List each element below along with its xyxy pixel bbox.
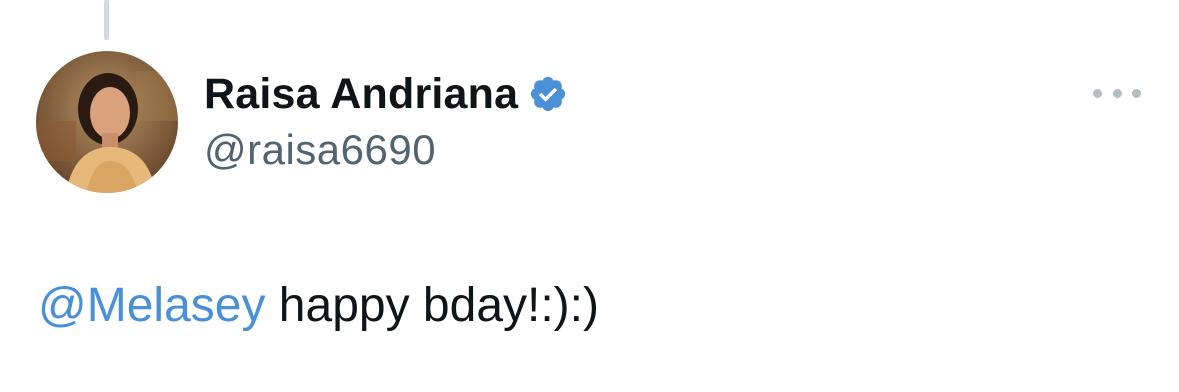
profile-photo-icon (36, 51, 178, 193)
reply-thread-line (104, 0, 109, 40)
more-dot (1093, 88, 1102, 98)
author-handle[interactable]: @raisa6690 (204, 126, 436, 174)
more-dot (1112, 88, 1122, 98)
tweet-body: happy bday!:):) (265, 279, 599, 332)
author-name-row: Raisa Andriana (204, 64, 568, 124)
more-options-icon[interactable] (1093, 84, 1141, 102)
display-name[interactable]: Raisa Andriana (204, 70, 518, 119)
verified-badge-icon (531, 76, 566, 112)
avatar[interactable] (36, 51, 178, 193)
mention-link[interactable]: @Melasey (38, 279, 265, 332)
tweet-text: @Melasey happy bday!:):) (38, 278, 599, 333)
more-dot (1132, 88, 1141, 98)
